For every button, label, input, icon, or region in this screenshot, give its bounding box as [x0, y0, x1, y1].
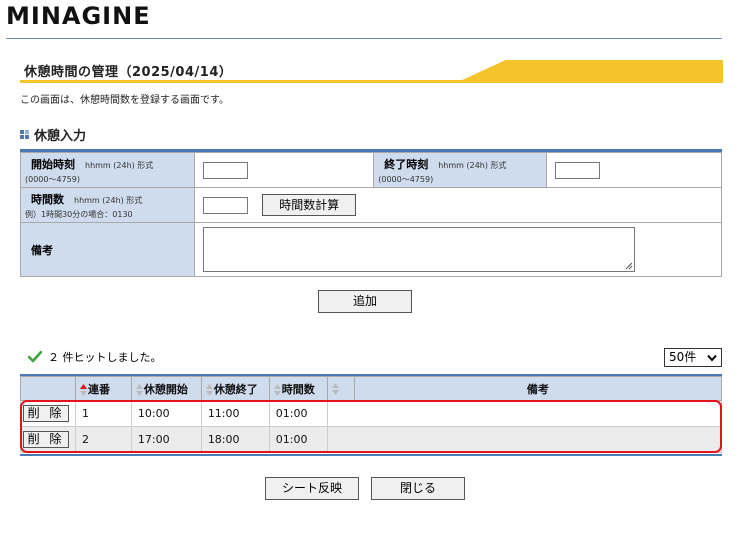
hours-value-cell: 時間数計算	[194, 187, 722, 223]
header-delete	[20, 376, 76, 401]
end-time-value-cell	[546, 152, 722, 188]
row-hours: 01:00	[268, 426, 328, 453]
break-input-form: 開始時刻 hhmm (24h) 形式 (0000～4759) 終了時刻 hhmm (…	[19, 152, 722, 277]
row-end: 11:00	[200, 400, 270, 427]
end-time-label: 終了時刻	[384, 158, 429, 171]
remarks-value-cell	[194, 222, 722, 277]
hours-example: 例）1時間30分の場合：0130	[25, 210, 133, 219]
header-hours[interactable]: 時間数	[268, 376, 328, 401]
close-button[interactable]: 閉じる	[371, 477, 465, 500]
row-no: 1	[74, 400, 132, 427]
list-bottom-border	[20, 454, 722, 456]
page-title-bar: 休憩時間の管理（2025/04/14）	[20, 58, 723, 83]
row-remarks	[326, 426, 723, 453]
section-heading: 休憩入力	[20, 125, 86, 144]
section-title: 休憩入力	[34, 129, 87, 144]
delete-button[interactable]: 削 除	[23, 431, 69, 448]
remarks-label: 備考	[31, 244, 53, 257]
grid-icon	[20, 129, 30, 140]
title-underline	[20, 80, 723, 83]
sort-icon	[205, 383, 213, 396]
sort-asc-active-icon	[79, 383, 87, 396]
sheet-apply-button[interactable]: シート反映	[265, 477, 359, 500]
end-time-range: (0000～4759)	[378, 175, 434, 184]
delete-cell: 削 除	[20, 400, 76, 427]
end-time-input[interactable]	[555, 161, 601, 179]
page-size-select[interactable]: 50件	[664, 348, 722, 367]
header-divider	[6, 38, 722, 39]
page-title: 休憩時間の管理（2025/04/14）	[24, 65, 233, 80]
start-time-label-cell: 開始時刻 hhmm (24h) 形式 (0000～4759)	[19, 152, 196, 188]
end-time-format: hhmm (24h) 形式	[438, 161, 507, 170]
remarks-label-cell: 備考	[19, 222, 196, 277]
row-start: 10:00	[130, 400, 202, 427]
check-icon	[28, 351, 42, 363]
start-time-value-cell	[194, 152, 375, 188]
header-no-label: 連番	[87, 382, 110, 396]
sort-icon	[331, 383, 339, 395]
remarks-textarea[interactable]	[203, 227, 636, 272]
start-time-label: 開始時刻	[31, 158, 75, 171]
page-description: この画面は、休憩時間数を登録する画面です。	[20, 95, 229, 106]
start-time-input[interactable]	[203, 161, 249, 179]
delete-cell: 削 除	[20, 426, 76, 453]
header-start[interactable]: 休憩開始	[130, 376, 202, 401]
add-button[interactable]: 追加	[318, 290, 412, 313]
sort-icon	[135, 383, 143, 396]
header-start-label: 休憩開始	[143, 382, 188, 396]
hours-input[interactable]	[203, 196, 249, 214]
end-time-label-cell: 終了時刻 hhmm (24h) 形式 (0000～4759)	[373, 152, 548, 188]
row-remarks	[326, 400, 723, 427]
row-end: 18:00	[200, 426, 270, 453]
table-row: 削 除 2 17:00 18:00 01:00	[20, 426, 723, 453]
table-header-row: 連番 休憩開始 休憩終了 時間数 備考	[20, 376, 723, 401]
resize-grip-icon[interactable]	[625, 262, 633, 270]
header-end[interactable]: 休憩終了	[200, 376, 270, 401]
start-time-range: (0000～4759)	[25, 175, 80, 184]
row-hours: 01:00	[268, 400, 328, 427]
header-hours-label: 時間数	[281, 382, 315, 396]
sort-icon	[273, 383, 281, 396]
hit-count-text: ２ 件ヒットしました。	[48, 351, 162, 364]
hit-count: ２ 件ヒットしました。	[28, 349, 162, 365]
header-no[interactable]: 連番	[74, 376, 132, 401]
brand-logo: MINAGINE	[6, 2, 151, 30]
hours-label: 時間数	[31, 193, 64, 206]
page-size-value: 50件	[669, 350, 697, 364]
header-sort-extra[interactable]	[326, 376, 355, 401]
delete-button[interactable]: 削 除	[23, 405, 69, 422]
break-list-table: 連番 休憩開始 休憩終了 時間数 備考 削 除 1 10:00 11:00 01…	[20, 376, 723, 453]
row-no: 2	[74, 426, 132, 453]
title-bar-decoration	[458, 60, 723, 82]
hours-label-cell: 時間数 hhmm (24h) 形式 例）1時間30分の場合：0130	[19, 187, 196, 223]
calc-hours-button[interactable]: 時間数計算	[262, 194, 357, 216]
chevron-down-icon	[707, 354, 717, 362]
header-end-label: 休憩終了	[213, 382, 258, 396]
table-row: 削 除 1 10:00 11:00 01:00	[20, 400, 723, 427]
header-remarks: 備考	[353, 376, 723, 401]
hours-format: hhmm (24h) 形式	[74, 196, 143, 205]
row-start: 17:00	[130, 426, 202, 453]
start-time-format: hhmm (24h) 形式	[85, 161, 154, 170]
